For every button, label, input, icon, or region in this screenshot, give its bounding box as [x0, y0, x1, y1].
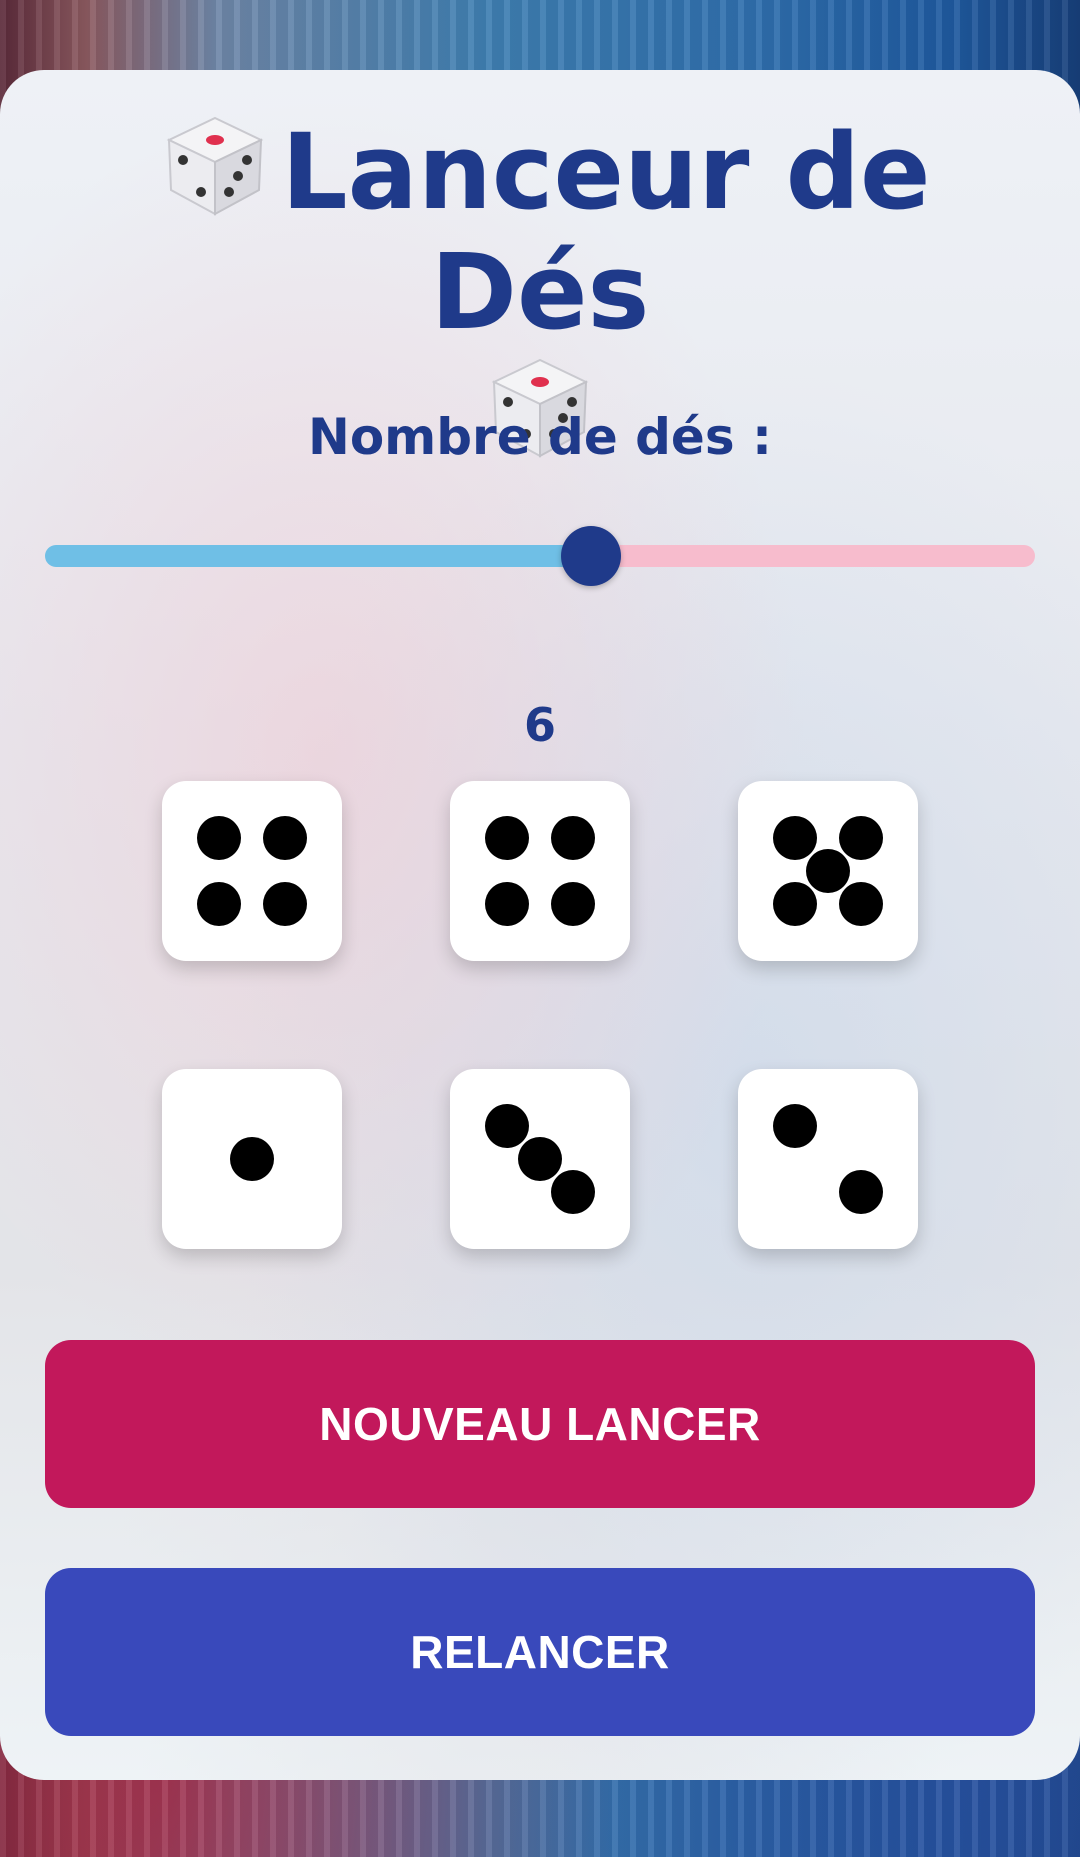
die-face-4[interactable]	[450, 781, 630, 961]
die-pip	[806, 849, 850, 893]
app-title-text: Lanceur de Dés	[281, 111, 931, 353]
new-roll-button[interactable]: NOUVEAU LANCER	[45, 1340, 1035, 1508]
die-pip	[263, 816, 307, 860]
reroll-button[interactable]: RELANCER	[45, 1568, 1035, 1736]
die-face-4[interactable]	[162, 781, 342, 961]
die-face-5[interactable]	[738, 781, 918, 961]
slider-track-active[interactable]	[45, 545, 591, 567]
dice-count-slider[interactable]	[45, 526, 1035, 586]
slider-thumb[interactable]	[561, 526, 621, 586]
die-pip	[485, 882, 529, 926]
die-face-1[interactable]	[162, 1069, 342, 1249]
die-pip	[839, 1170, 883, 1214]
die-pip	[551, 816, 595, 860]
die-pip	[551, 882, 595, 926]
die-pip	[551, 1170, 595, 1214]
die-pip	[839, 882, 883, 926]
die-pip	[773, 816, 817, 860]
die-pip	[197, 816, 241, 860]
die-pip	[263, 882, 307, 926]
die-pip	[485, 1104, 529, 1148]
die-pip	[839, 816, 883, 860]
die-face-2[interactable]	[738, 1069, 918, 1249]
die-pip	[485, 816, 529, 860]
die-pip	[197, 882, 241, 926]
main-card: Lanceur de Dés Nombre de dés : 6 NOUVEAU…	[0, 70, 1080, 1780]
slider-track-inactive[interactable]	[591, 545, 1035, 567]
dice-count-label: Nombre de dés :	[307, 408, 773, 466]
dice-count-value: 6	[523, 698, 556, 752]
die-pip	[230, 1137, 274, 1181]
die-pip	[518, 1137, 562, 1181]
die-pip	[773, 1104, 817, 1148]
die-pip	[773, 882, 817, 926]
game-die-icon	[167, 116, 264, 216]
die-face-3[interactable]	[450, 1069, 630, 1249]
